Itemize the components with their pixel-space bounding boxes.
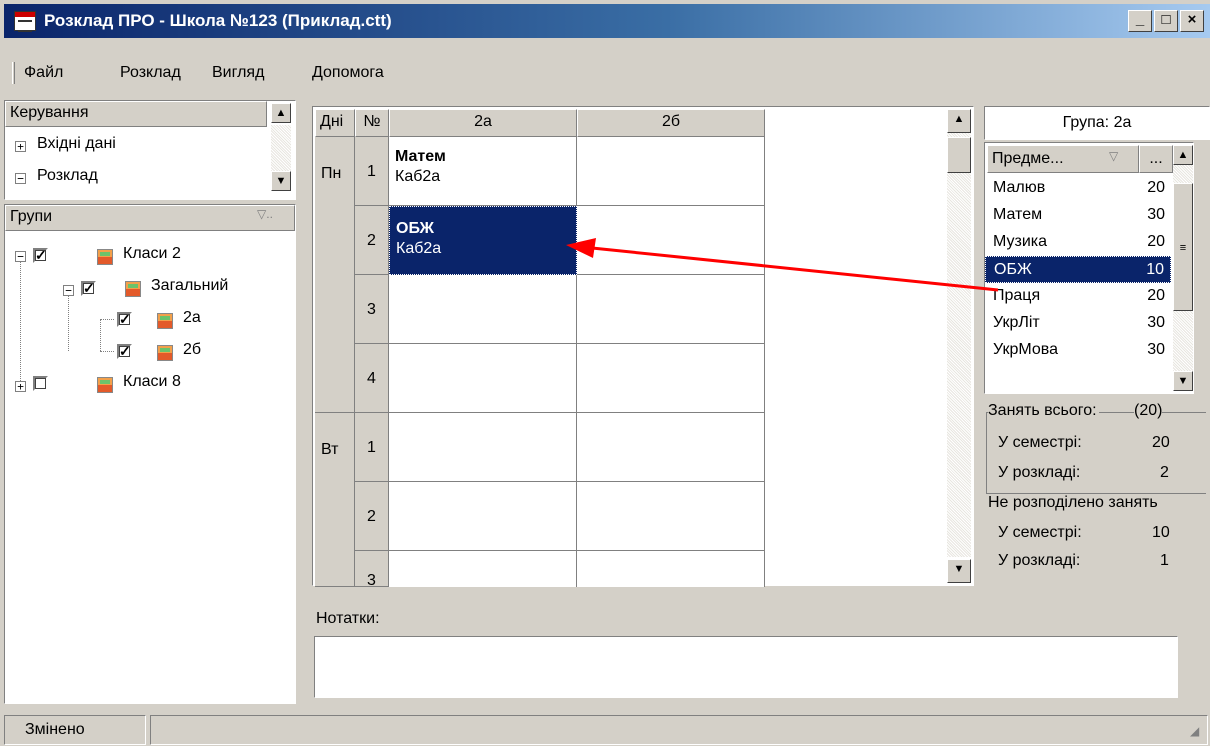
status-panel	[150, 715, 1208, 745]
status-text: Змінено	[4, 715, 146, 745]
drag-arrow-icon	[566, 238, 999, 292]
status-bar: Змінено ◢	[4, 712, 1210, 746]
resize-grip-icon[interactable]: ◢	[1190, 724, 1199, 738]
app-window: Розклад ПРО - Школа №123 (Приклад.ctt) _…	[0, 0, 1210, 746]
